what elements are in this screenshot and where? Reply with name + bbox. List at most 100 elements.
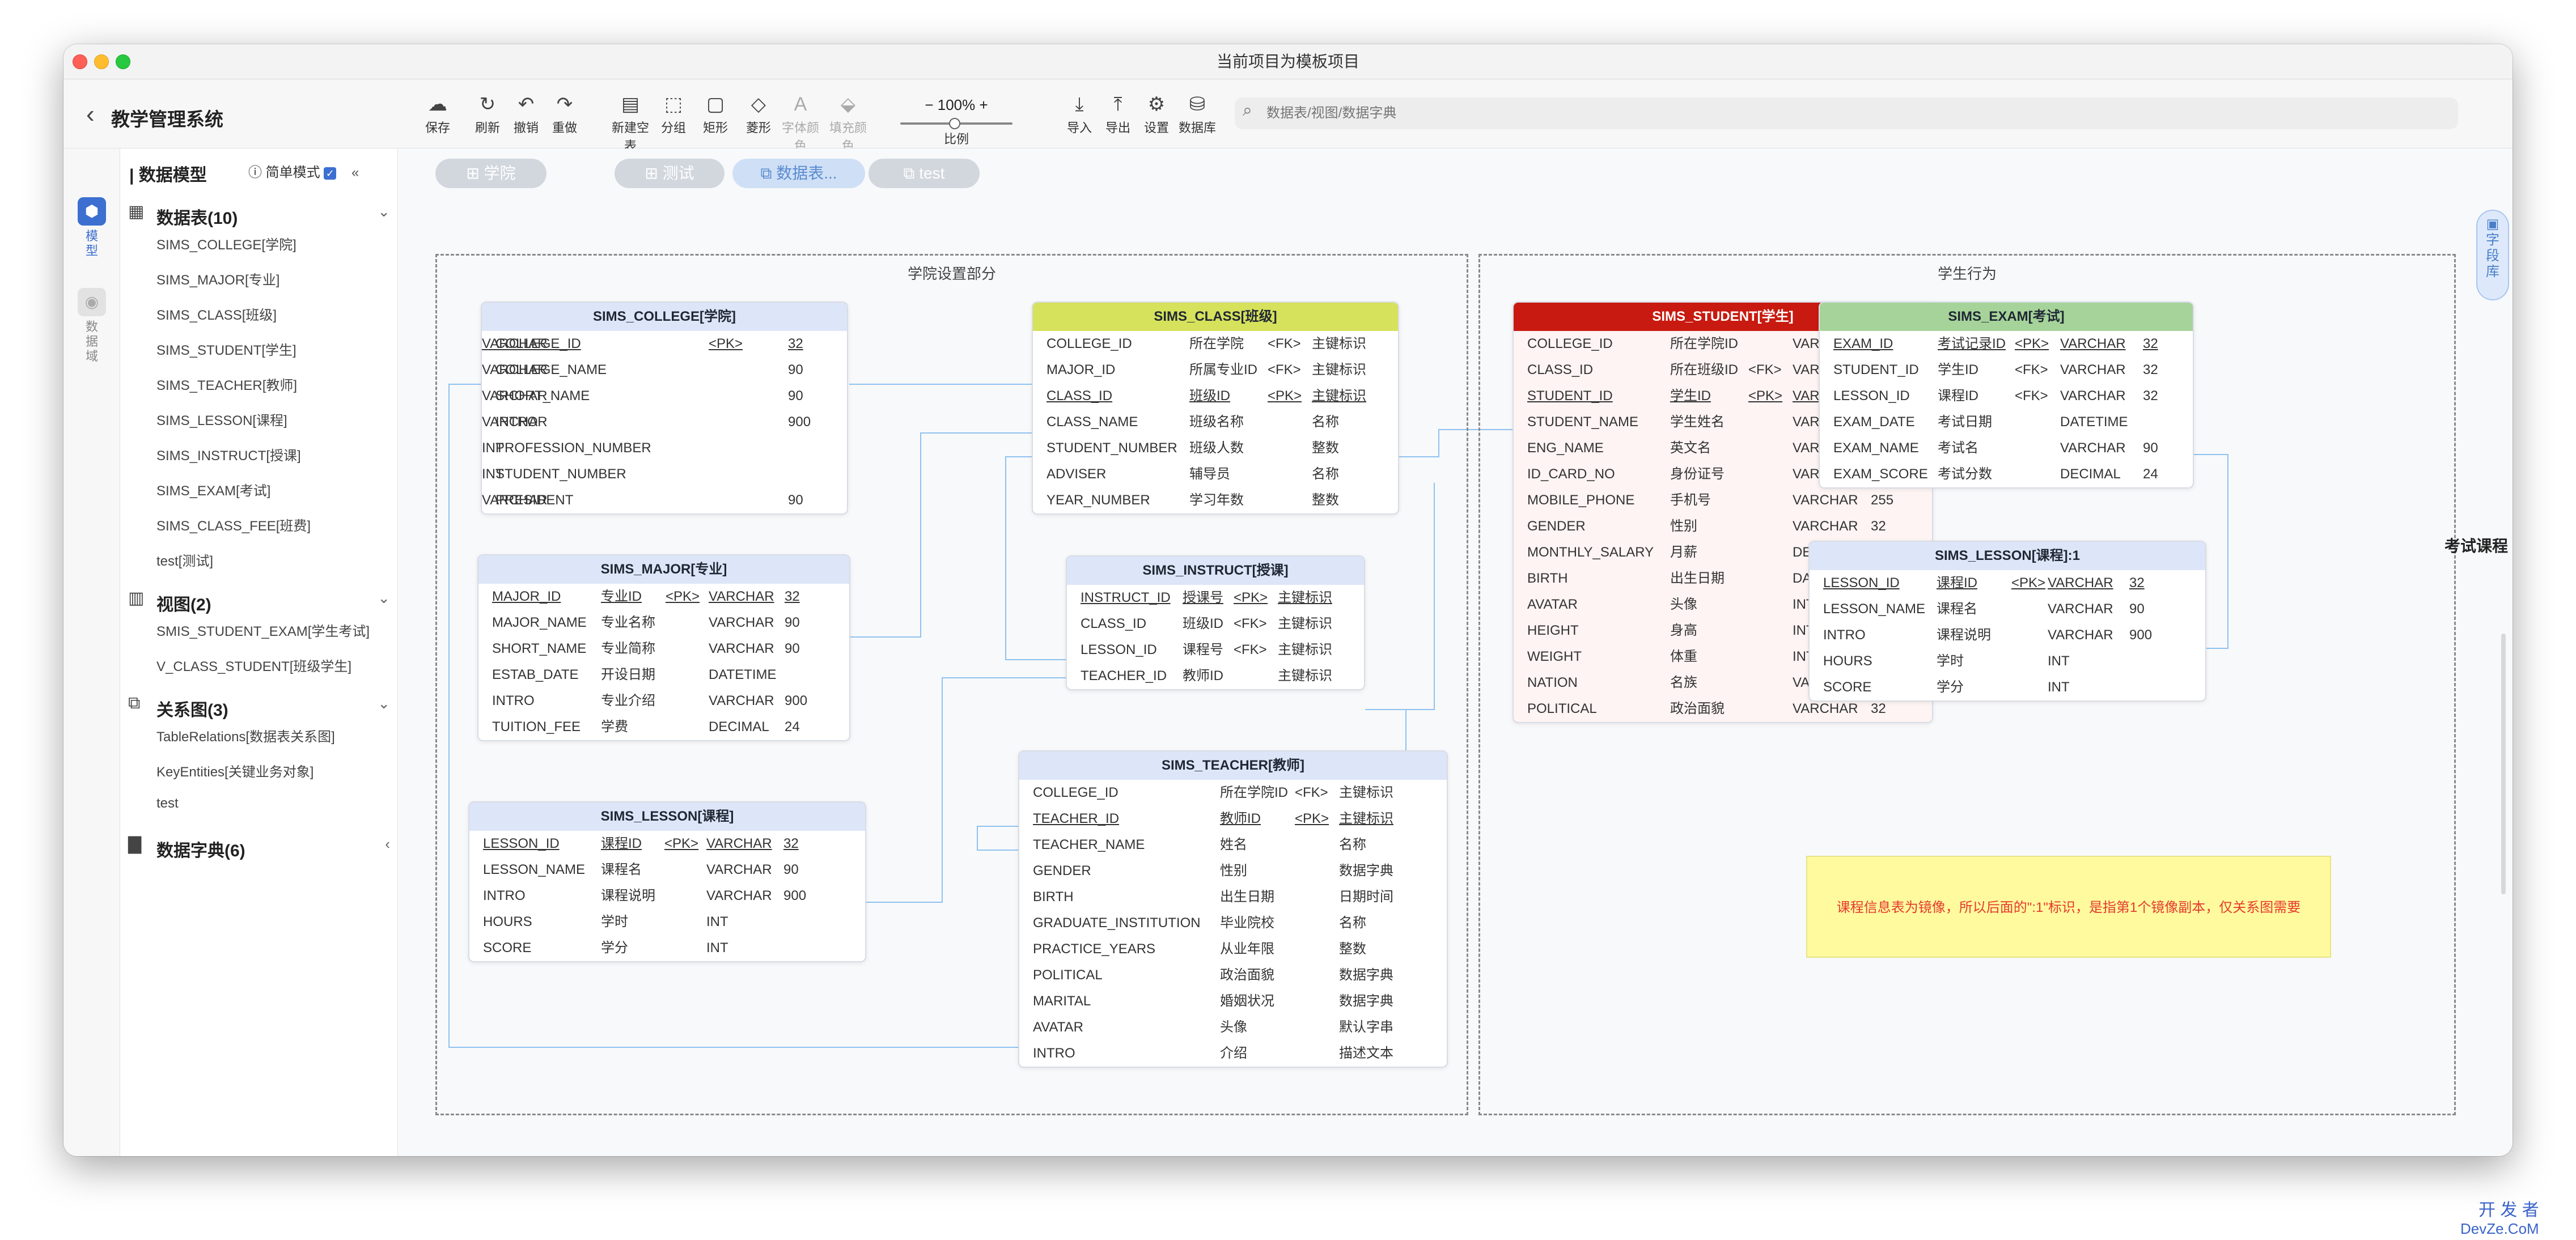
column-row[interactable]: SCORE 学分 INT	[469, 935, 865, 961]
sidebar-item[interactable]: SIMS_EXAM[考试]	[156, 479, 270, 499]
toolbar-button-new-table[interactable]: ▤ 新建空表	[610, 92, 651, 154]
entity-table[interactable]: SIMS_CLASS[班级] COLLEGE_ID 所在学院 <FK> 主键标识 MAJO…	[1032, 301, 1399, 515]
column-row[interactable]: GENDER 性别 数据字典	[1019, 858, 1447, 884]
collapse-sidebar-icon[interactable]: «	[351, 165, 359, 180]
column-row[interactable]: STUDENT_ID 学生ID <FK> VARCHAR 32	[1820, 357, 2193, 383]
entity-header[interactable]: SIMS_LESSON[课程]:1	[1810, 542, 2205, 570]
column-row[interactable]: SHORT_NAME VARCHAR 90	[482, 383, 847, 409]
column-row[interactable]: SCORE 学分 INT	[1810, 674, 2205, 700]
column-row[interactable]: LESSON_NAME 课程名 VARCHAR 90	[469, 857, 865, 883]
column-row[interactable]: INTRO VARCHAR 900	[482, 409, 847, 435]
column-row[interactable]: PROFESSION_NUMBER INT	[482, 435, 847, 461]
rail-domain-tab[interactable]: ◉ 数据域	[63, 288, 120, 364]
column-row[interactable]: AVATAR 头像 默认字串	[1019, 1014, 1447, 1041]
column-row[interactable]: HOURS 学时 INT	[1810, 648, 2205, 674]
vertical-scrollbar[interactable]	[2501, 634, 2506, 894]
sidebar-item[interactable]: KeyEntities[关键业务对象]	[156, 761, 313, 780]
entity-header[interactable]: SIMS_LESSON[课程]	[469, 802, 865, 831]
toolbar-button-database[interactable]: ⛁ 数据库	[1177, 92, 1218, 136]
sidebar-item[interactable]: test[测试]	[156, 550, 213, 570]
column-row[interactable]: INTRO 专业介绍 VARCHAR 900	[478, 688, 849, 714]
simple-mode-toggle[interactable]: ⓘ 简单模式 ✓ «	[248, 161, 359, 181]
column-row[interactable]: TEACHER_ID 教师ID <PK> 主键标识	[1019, 806, 1447, 832]
chevron-down-icon[interactable]: ⌄	[378, 695, 390, 712]
column-row[interactable]: COLLEGE_NAME VARCHAR 90	[482, 357, 847, 383]
column-row[interactable]: INSTRUCT_ID 授课号 <PK> 主键标识	[1067, 585, 1364, 611]
sidebar-item[interactable]: SIMS_TEACHER[教师]	[156, 374, 297, 394]
column-row[interactable]: EXAM_NAME 考试名 VARCHAR 90	[1820, 435, 2193, 461]
zoom-out-button[interactable]: −	[925, 96, 933, 113]
sidebar-item[interactable]: SIMS_MAJOR[专业]	[156, 269, 279, 288]
entity-table[interactable]: SIMS_COLLEGE[学院] COLLEGE_ID <PK> VARCHAR 32 C…	[481, 301, 848, 515]
sidebar-item[interactable]: SIMS_COLLEGE[学院]	[156, 233, 296, 253]
diagram-canvas[interactable]: ⊞ 学院 ⊞ 测试 ⧉ 数据表... ⧉ test 学院设置部分 学生行为 SIMS_…	[398, 148, 2513, 1156]
zoom-in-button[interactable]: +	[979, 96, 988, 113]
sidebar-item[interactable]: TableRelations[数据表关系图]	[156, 725, 335, 745]
sidebar-item[interactable]: SIMS_CLASS_FEE[班费]	[156, 515, 311, 534]
toolbar-button-export[interactable]: ⤒ 导出	[1098, 92, 1138, 136]
field-library-button[interactable]: ▣ 字段库	[2476, 210, 2509, 300]
entity-header[interactable]: SIMS_INSTRUCT[授课]	[1067, 557, 1364, 585]
sidebar-item[interactable]: SIMS_CLASS[班级]	[156, 304, 277, 324]
column-row[interactable]: HOURS 学时 INT	[469, 909, 865, 935]
column-row[interactable]: LESSON_ID 课程ID <PK> VARCHAR 32	[1810, 570, 2205, 596]
sidebar-item[interactable]: SIMS_STUDENT[学生]	[156, 339, 296, 359]
entity-header[interactable]: SIMS_EXAM[考试]	[1820, 303, 2193, 331]
column-row[interactable]: POLITICAL 政治面貌 数据字典	[1019, 962, 1447, 988]
sidebar-section-3[interactable]: ▇ 数据字典(6) ‹	[128, 831, 395, 860]
toolbar-button-redo[interactable]: ↷ 重做	[544, 92, 585, 136]
search-box[interactable]: ⌕	[1235, 97, 2458, 129]
toolbar-button-fill-color[interactable]: ⬙ 填充颜色	[828, 92, 868, 154]
column-row[interactable]: EXAM_DATE 考试日期 DATETIME	[1820, 409, 2193, 435]
column-row[interactable]: EXAM_ID 考试记录ID <PK> VARCHAR 32	[1820, 331, 2193, 357]
column-row[interactable]: TEACHER_ID 教师ID 主键标识	[1067, 663, 1364, 689]
chevron-left-icon[interactable]: ‹	[385, 835, 390, 853]
toolbar-button-font-color[interactable]: A 字体颜色	[780, 92, 821, 154]
sidebar-item[interactable]: V_CLASS_STUDENT[班级学生]	[156, 655, 351, 675]
toolbar-button-undo[interactable]: ↶ 撤销	[506, 92, 546, 136]
column-row[interactable]: BIRTH 出生日期 日期时间	[1019, 884, 1447, 910]
entity-table[interactable]: SIMS_LESSON[课程]:1 LESSON_ID 课程ID <PK> VARCHA…	[1808, 541, 2206, 702]
sidebar-item[interactable]: SIMS_INSTRUCT[授课]	[156, 444, 301, 464]
entity-header[interactable]: SIMS_COLLEGE[学院]	[482, 303, 847, 331]
entity-table[interactable]: SIMS_INSTRUCT[授课] INSTRUCT_ID 授课号 <PK> 主键标识 C…	[1066, 555, 1365, 690]
column-row[interactable]: MAJOR_ID 所属专业ID <FK> 主键标识	[1033, 357, 1398, 383]
column-row[interactable]: INTRO 课程说明 VARCHAR 900	[1810, 622, 2205, 648]
entity-header[interactable]: SIMS_TEACHER[教师]	[1019, 751, 1447, 780]
column-row[interactable]: MOBILE_PHONE 手机号 VARCHAR 255	[1514, 487, 1932, 513]
column-row[interactable]: CLASS_NAME 班级名称 名称	[1033, 409, 1398, 435]
column-row[interactable]: GRADUATE_INSTITUTION 毕业院校 名称	[1019, 910, 1447, 936]
column-row[interactable]: MAJOR_ID 专业ID <PK> VARCHAR 32	[478, 584, 849, 610]
rail-model-tab[interactable]: ⬢ 模型	[63, 197, 120, 258]
entity-table[interactable]: SIMS_LESSON[课程] LESSON_ID 课程ID <PK> VARCHAR 3…	[468, 801, 866, 962]
toolbar-button-rectangle[interactable]: ▢ 矩形	[695, 92, 736, 136]
column-row[interactable]: ESTAB_DATE 开设日期 DATETIME	[478, 662, 849, 688]
column-row[interactable]: INTRO 课程说明 VARCHAR 900	[469, 883, 865, 909]
column-row[interactable]: LESSON_ID 课程ID <FK> VARCHAR 32	[1820, 383, 2193, 409]
toolbar-button-import[interactable]: ⤓ 导入	[1059, 92, 1100, 136]
chevron-down-icon[interactable]: ⌄	[378, 203, 390, 220]
column-row[interactable]: MARITAL 婚姻状况 数据字典	[1019, 988, 1447, 1014]
sidebar-item[interactable]: SMIS_STUDENT_EXAM[学生考试]	[156, 620, 370, 640]
column-row[interactable]: YEAR_NUMBER 学习年数 整数	[1033, 487, 1398, 513]
column-row[interactable]: TUITION_FEE 学费 DECIMAL 24	[478, 714, 849, 740]
toolbar-button-refresh[interactable]: ↻ 刷新	[467, 92, 508, 136]
toolbar-button-settings[interactable]: ⚙ 设置	[1136, 92, 1177, 136]
sidebar-section-1[interactable]: ▥ 视图(2) ⌄	[128, 585, 395, 614]
entity-header[interactable]: SIMS_MAJOR[专业]	[478, 555, 849, 584]
column-row[interactable]: MAJOR_NAME 专业名称 VARCHAR 90	[478, 610, 849, 636]
zoom-slider-knob[interactable]	[949, 118, 960, 129]
toolbar-button-cloud-upload[interactable]: ☁ 保存	[417, 92, 458, 136]
search-input[interactable]	[1266, 97, 2344, 129]
column-row[interactable]: CLASS_ID 班级ID <FK> 主键标识	[1067, 611, 1364, 637]
checkbox-checked-icon[interactable]: ✓	[324, 167, 337, 180]
column-row[interactable]: INTRO 介绍 描述文本	[1019, 1041, 1447, 1067]
column-row[interactable]: COLLEGE_ID <PK> VARCHAR 32	[482, 331, 847, 357]
column-row[interactable]: TEACHER_NAME 姓名 名称	[1019, 832, 1447, 858]
toolbar-button-diamond[interactable]: ◇ 菱形	[738, 92, 779, 136]
back-icon[interactable]: ‹	[86, 102, 95, 127]
note-box[interactable]: 课程信息表为镜像，所以后面的":1"标识，是指第1个镜像副本，仅关系图需要	[1806, 856, 2331, 958]
sidebar-section-0[interactable]: ▦ 数据表(10) ⌄	[128, 198, 395, 228]
sidebar-item[interactable]: SIMS_LESSON[课程]	[156, 409, 287, 429]
zoom-control[interactable]: − 100% + 比例	[896, 96, 1017, 146]
